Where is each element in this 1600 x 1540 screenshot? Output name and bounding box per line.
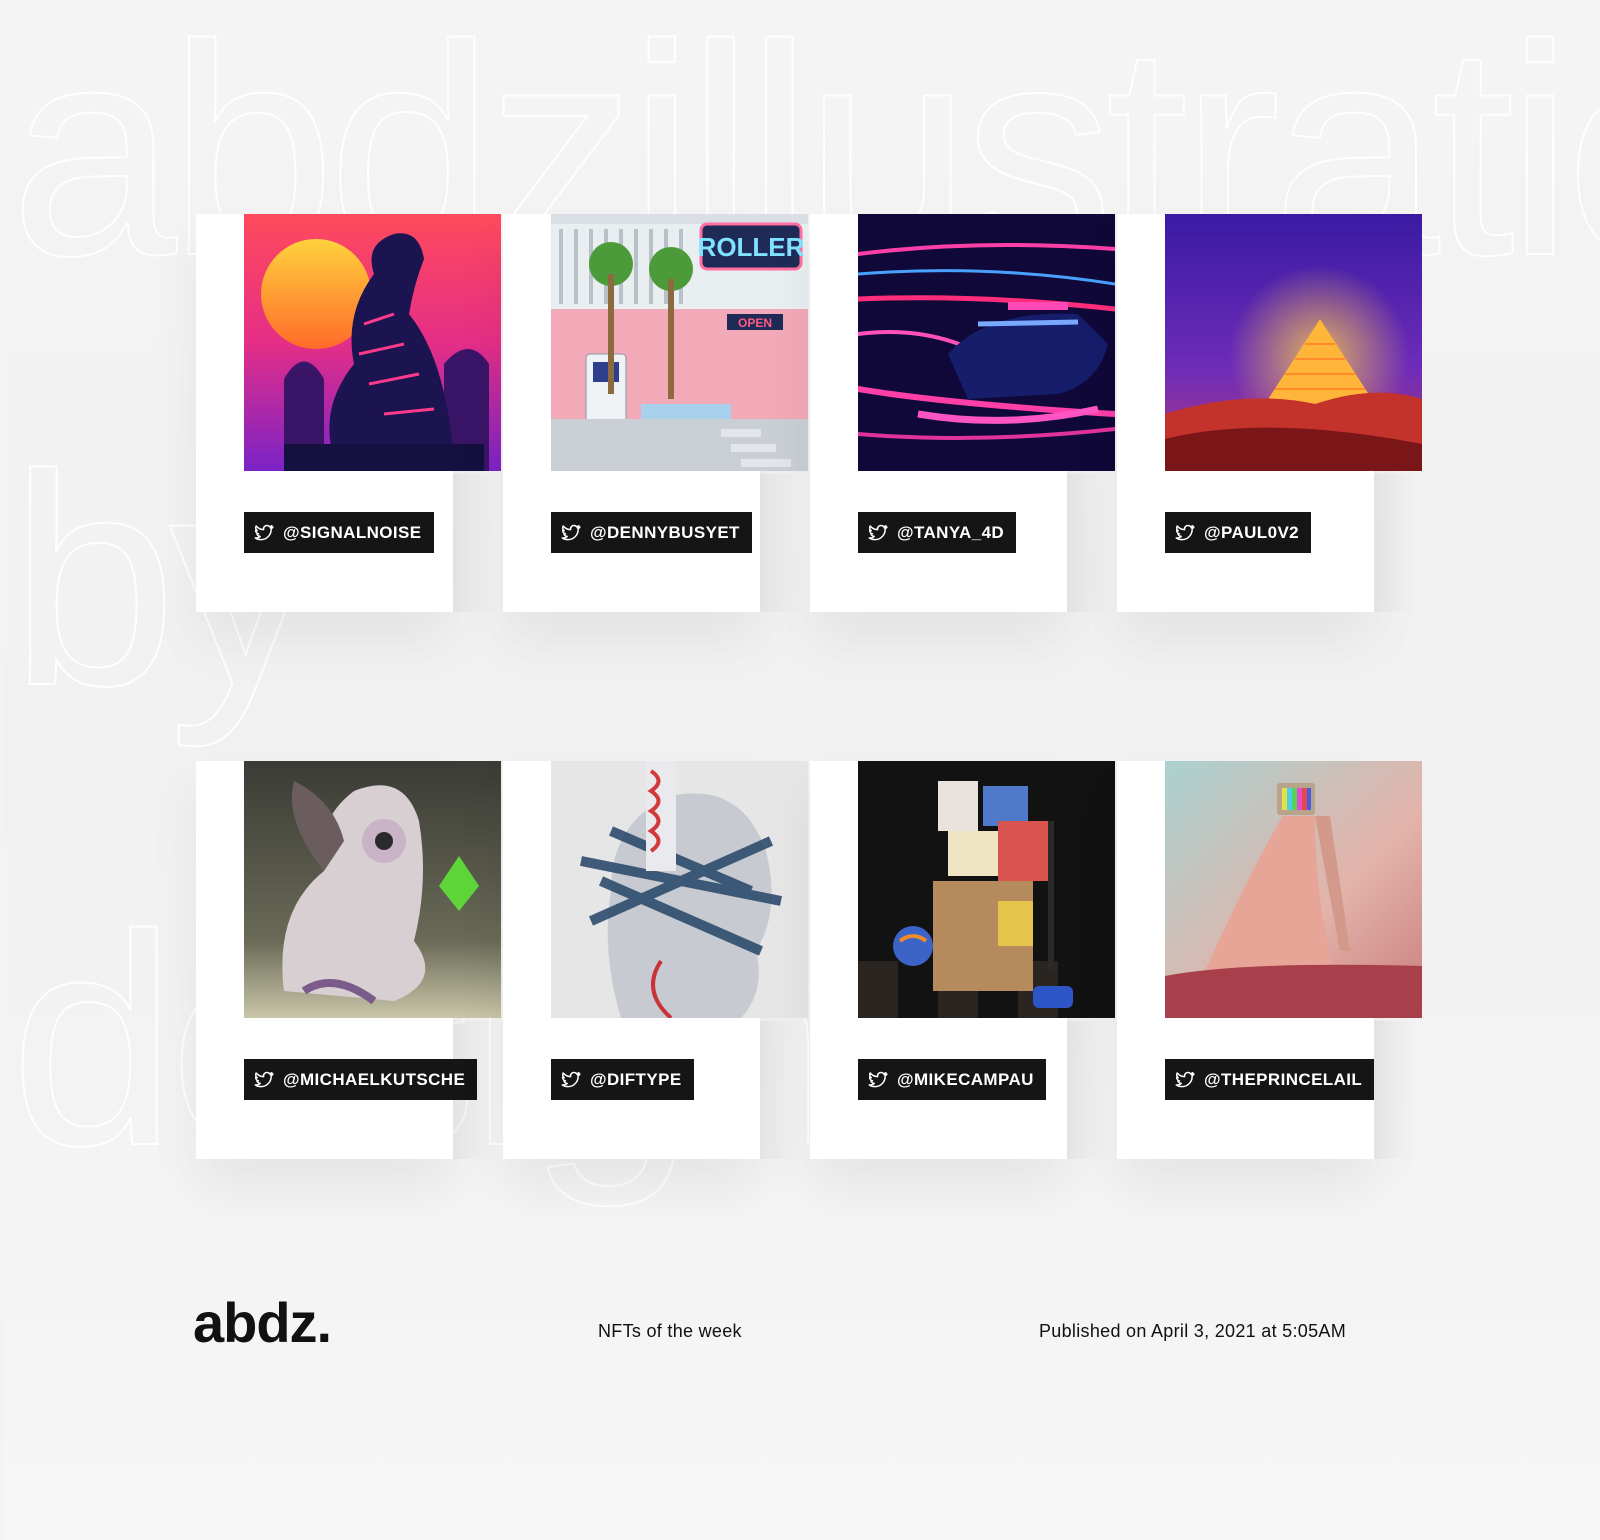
- nft-card: ROLLER OPEN @DENNYBUSYET: [503, 214, 808, 612]
- svg-text:ROLLER: ROLLER: [698, 232, 805, 262]
- nft-artwork-image[interactable]: [244, 214, 501, 471]
- nft-card: @TANYA_4D: [810, 214, 1115, 612]
- svg-text:OPEN: OPEN: [738, 316, 772, 330]
- nft-artwork-image[interactable]: [858, 761, 1115, 1018]
- car-light-trails-artwork: [858, 214, 1115, 471]
- twitter-icon: [1175, 1071, 1195, 1089]
- desert-pyramid-artwork: [1165, 214, 1422, 471]
- twitter-icon: [254, 524, 274, 542]
- section-title: NFTs of the week: [598, 1321, 742, 1341]
- twitter-icon: [868, 1071, 888, 1089]
- twitter-handle-button[interactable]: @PAUL0V2: [1165, 512, 1312, 553]
- tiger-artwork: [244, 214, 501, 471]
- nft-card: @DIFTYPE: [503, 761, 808, 1159]
- twitter-handle-button[interactable]: @DENNYBUSYET: [551, 512, 752, 553]
- nft-card: @MIKECAMPAU: [810, 761, 1115, 1159]
- brand-logo[interactable]: abdz.: [193, 1290, 332, 1355]
- nft-card: @SIGNALNOISE: [196, 214, 501, 612]
- nft-card: @THEPRINCELAIL: [1117, 761, 1422, 1159]
- nft-artwork-image[interactable]: [1165, 214, 1422, 471]
- twitter-handle-button[interactable]: @DIFTYPE: [551, 1059, 694, 1100]
- twitter-handle-button[interactable]: @THEPRINCELAIL: [1165, 1059, 1375, 1100]
- twitter-icon: [561, 524, 581, 542]
- twitter-handle-label: @MIKECAMPAU: [897, 1069, 1034, 1089]
- nft-artwork-image[interactable]: [244, 761, 501, 1018]
- twitter-icon: [868, 524, 888, 542]
- twitter-handle-button[interactable]: @TANYA_4D: [858, 512, 1017, 553]
- twitter-handle-button[interactable]: @MICHAELKUTSCHE: [244, 1059, 478, 1100]
- twitter-handle-label: @SIGNALNOISE: [283, 522, 422, 542]
- twitter-handle-label: @THEPRINCELAIL: [1204, 1069, 1363, 1089]
- twitter-icon: [254, 1071, 274, 1089]
- nft-card: @MICHAELKUTSCHE: [196, 761, 501, 1159]
- twitter-handle-button[interactable]: @SIGNALNOISE: [244, 512, 434, 553]
- nft-artwork-image[interactable]: [858, 214, 1115, 471]
- twitter-handle-label: @DIFTYPE: [590, 1069, 682, 1089]
- twitter-handle-button[interactable]: @MIKECAMPAU: [858, 1059, 1046, 1100]
- twitter-handle-label: @TANYA_4D: [897, 522, 1005, 542]
- twitter-icon: [1175, 524, 1195, 542]
- roller-diner-artwork: ROLLER OPEN: [551, 214, 808, 471]
- nft-artwork-image[interactable]: [551, 761, 808, 1018]
- twitter-handle-label: @PAUL0V2: [1204, 522, 1300, 542]
- twitter-icon: [561, 1071, 581, 1089]
- taped-head-artwork: [551, 761, 808, 1018]
- retro-toys-artwork: [858, 761, 1115, 1018]
- surreal-creature-artwork: [244, 761, 501, 1018]
- twitter-handle-label: @MICHAELKUTSCHE: [283, 1069, 466, 1089]
- tv-head-figure-artwork: [1165, 761, 1422, 1018]
- nft-artwork-image[interactable]: ROLLER OPEN: [551, 214, 808, 471]
- twitter-handle-label: @DENNYBUSYET: [590, 522, 740, 542]
- nft-card: @PAUL0V2: [1117, 214, 1422, 612]
- nft-artwork-image[interactable]: [1165, 761, 1422, 1018]
- published-date: Published on April 3, 2021 at 5:05AM: [1039, 1321, 1346, 1341]
